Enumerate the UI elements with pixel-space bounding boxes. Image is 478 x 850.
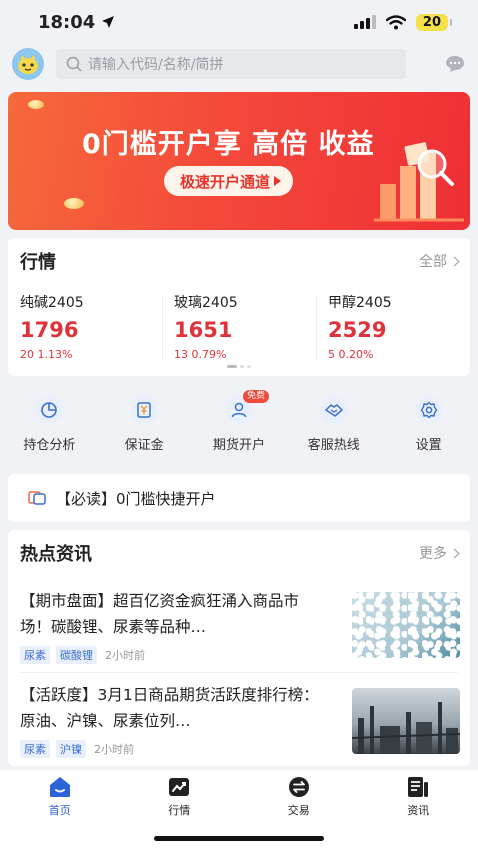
home-indicator[interactable] [154,836,324,841]
news-thumbnail [352,592,460,658]
quote-price: 2529 [328,318,387,342]
home-icon [48,776,72,798]
banner-cta-button[interactable]: 极速开户通道 [164,166,294,196]
quote-change: 20 1.13% [20,348,73,361]
quote-name: 玻璃2405 [174,295,238,311]
tab-label: 交易 [287,804,310,817]
pager-dot [240,365,244,368]
news-item-title: 【活跃度】3月1日商品期货活跃度排行榜：原油、沪镍、尿素位列… [20,686,319,730]
shortcut-position-analysis[interactable]: 持仓分析 [5,396,93,453]
quote-change: 13 0.79% [174,348,227,361]
market-header: 行情 全部 [8,238,470,274]
quote-price: 1651 [174,318,233,342]
news-item-title: 【期市盘面】超百亿资金疯狂涌入商品市场！碳酸锂、尿素等品种… [20,592,300,636]
factory-illustration-icon [352,702,460,754]
avatar-face-icon [18,55,38,74]
news-tag[interactable]: 碳酸锂 [56,646,97,664]
news-more-label: 更多 [419,546,447,562]
location-arrow-icon [102,16,115,28]
banner-cta-label: 极速开户通道 [180,172,271,191]
bar-chart-illustration-icon [374,142,464,222]
quote-item[interactable]: 纯碱2405 1796 20 1.13% [8,292,162,361]
message-bubble-icon [446,56,464,72]
coin-decoration [28,100,44,109]
news-divider [20,672,458,673]
shortcut-hotline[interactable]: 客服热线 [290,396,378,453]
tab-news[interactable]: 资讯 [359,770,478,850]
news-tag[interactable]: 沪镍 [56,740,86,758]
promo-banner[interactable]: 0门槛开户享 高倍 收益 极速开户通道 [8,92,470,230]
wifi-icon [385,14,406,29]
pager-dot [227,365,237,368]
message-button[interactable] [444,53,466,75]
pie-chart-icon [35,396,64,424]
status-icons: 20 [353,13,453,31]
shortcut-settings[interactable]: 设置 [385,396,473,453]
free-badge: 免费 [242,390,269,403]
shortcut-margin[interactable]: 保证金 [100,396,188,453]
coin-decoration [64,198,84,209]
notice-text: 【必读】0门槛快捷开户 [56,489,216,508]
quote-item[interactable]: 甲醇2405 2529 5 0.20% [316,292,470,361]
search-placeholder: 请输入代码/名称/简拼 [88,57,224,73]
link-doc-icon [28,489,46,507]
trend-chart-icon [167,776,191,798]
shortcut-label: 设置 [415,438,442,453]
tab-label: 首页 [48,804,71,817]
avatar[interactable] [12,48,44,80]
quote-name: 甲醇2405 [328,295,392,311]
tab-label: 资讯 [407,804,430,817]
shortcut-label: 期货开户 [212,438,265,453]
news-tag[interactable]: 尿素 [20,740,50,758]
gear-icon [414,396,443,424]
news-time: 2小时前 [105,649,145,662]
news-icon [406,776,430,798]
status-time-text: 18:04 [38,11,96,33]
banner-title: 0门槛开户享 高倍 收益 [82,129,375,160]
shortcut-label: 保证金 [124,438,164,453]
status-bar: 18:04 20 [0,0,478,44]
chevron-right-icon [449,256,460,266]
news-card: 热点资讯 更多 【期市盘面】超百亿资金疯狂涌入商品市场！碳酸锂、尿素等品种… 尿… [8,530,470,766]
tab-label: 行情 [168,804,191,817]
search-icon [66,56,82,72]
market-title: 行情 [20,252,56,273]
yuan-doc-icon [130,396,159,424]
news-tag[interactable]: 尿素 [20,646,50,664]
signal-icon [353,15,376,29]
news-thumbnail [352,688,460,754]
search-input[interactable]: 请输入代码/名称/简拼 [56,49,406,79]
market-all-link[interactable]: 全部 [419,251,460,271]
news-more-link[interactable]: 更多 [419,543,460,563]
search-row: 请输入代码/名称/简拼 [0,46,478,82]
news-item[interactable]: 【期市盘面】超百亿资金疯狂涌入商品市场！碳酸锂、尿素等品种… 尿素 碳酸锂 2小… [20,588,460,664]
shortcut-grid: 持仓分析 保证金 免费 期货开户 客服热线 设置 [0,390,478,453]
battery-indicator: 20 [415,13,453,31]
quote-change: 5 0.20% [328,348,374,361]
market-card: 行情 全部 纯碱2405 1796 20 1.13% 玻璃2405 1651 1… [8,238,470,376]
status-time: 18:04 [38,12,115,33]
pager-dot [247,365,251,368]
news-item[interactable]: 【活跃度】3月1日商品期货活跃度排行榜：原油、沪镍、尿素位列… 尿素 沪镍 2小… [20,682,460,758]
news-header: 热点资讯 更多 [8,530,470,566]
quote-price: 1796 [20,318,79,342]
quote-item[interactable]: 玻璃2405 1651 13 0.79% [162,292,316,361]
news-time: 2小时前 [94,743,134,756]
shortcut-label: 持仓分析 [23,438,76,453]
tab-home[interactable]: 首页 [0,770,120,850]
handshake-icon [319,396,348,424]
news-title: 热点资讯 [20,544,92,565]
market-all-label: 全部 [419,254,447,270]
play-arrow-icon [274,176,282,186]
pager-dots [8,365,470,368]
quote-list: 纯碱2405 1796 20 1.13% 玻璃2405 1651 13 0.79… [8,292,470,361]
shortcut-label: 客服热线 [307,438,360,453]
chevron-right-icon [449,548,460,558]
notice-bar[interactable]: 【必读】0门槛快捷开户 [8,474,470,522]
exchange-icon [287,776,311,798]
shortcut-open-account[interactable]: 免费 期货开户 [195,390,283,453]
quote-name: 纯碱2405 [20,295,84,311]
